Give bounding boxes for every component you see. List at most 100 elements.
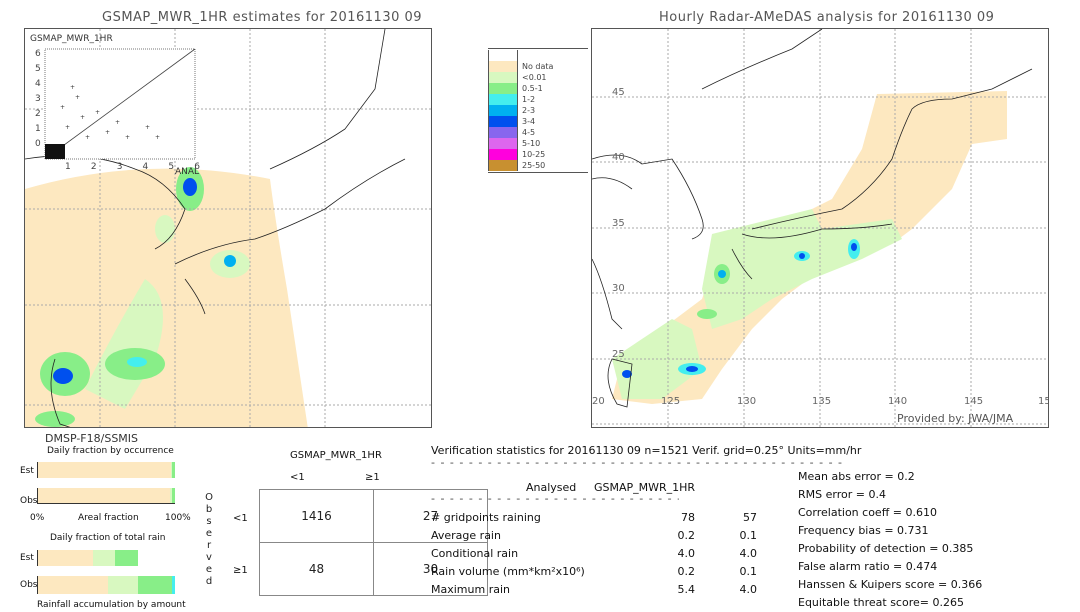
legend-swatch bbox=[488, 94, 518, 105]
legend-swatch bbox=[488, 61, 518, 72]
legend-item: 3-4 bbox=[488, 116, 588, 127]
est-label: Est bbox=[20, 466, 34, 476]
legend-label: 4-5 bbox=[522, 128, 536, 137]
verification-label: Maximum rain bbox=[431, 583, 510, 596]
legend-label: <0.01 bbox=[522, 73, 547, 82]
side-label-char: O bbox=[205, 492, 213, 503]
legend-item: 5-10 bbox=[488, 138, 588, 149]
verification-label: Average rain bbox=[431, 529, 501, 542]
legend-item: No data bbox=[488, 61, 588, 72]
lat-tick: 30 bbox=[612, 283, 625, 294]
legend-label: 2-3 bbox=[522, 106, 536, 115]
left-map[interactable]: + + + + + + + + + + + + GSMAP_MWR_1HR ANAL 6 5 4… bbox=[24, 28, 432, 428]
legend-swatch bbox=[488, 160, 518, 171]
lon-tick: 135 bbox=[812, 396, 832, 407]
score-item: Equitable threat score= 0.265 bbox=[798, 596, 964, 609]
score-item: Probability of detection = 0.385 bbox=[798, 542, 974, 555]
svg-text:+: + bbox=[70, 84, 75, 91]
lon-tick: 20 bbox=[592, 396, 605, 407]
legend-swatch bbox=[488, 127, 518, 138]
svg-text:+: + bbox=[65, 124, 70, 131]
score-item: Mean abs error = 0.2 bbox=[798, 470, 915, 483]
legend-item: 2-3 bbox=[488, 105, 588, 116]
verification-analysed: 0.2 bbox=[677, 565, 696, 578]
legend-item: 4-5 bbox=[488, 127, 588, 138]
contingency-cell: 48 bbox=[259, 542, 374, 596]
total-rain-obs-bar bbox=[37, 576, 175, 594]
data-credit: Provided by: JWA/JMA bbox=[897, 412, 1014, 425]
satellite-label: DMSP-F18/SSMIS bbox=[45, 432, 139, 445]
right-map-title: Hourly Radar-AMeDAS analysis for 2016113… bbox=[659, 10, 995, 25]
svg-text:+: + bbox=[155, 134, 160, 141]
bar-segment bbox=[38, 488, 170, 503]
bar-segment bbox=[38, 462, 171, 478]
bar-segment bbox=[172, 576, 175, 594]
legend-item: 25-50 bbox=[488, 160, 588, 171]
bar-segment bbox=[92, 550, 115, 566]
side-label-char: s bbox=[206, 516, 212, 527]
obs-label-2: Obs bbox=[20, 580, 38, 590]
legend-label: No data bbox=[522, 62, 554, 71]
score-item: Hanssen & Kuipers score = 0.366 bbox=[798, 578, 983, 591]
verification-estimate: 0.1 bbox=[739, 565, 758, 578]
svg-text:+: + bbox=[145, 124, 150, 131]
total-rain-title: Daily fraction of total rain bbox=[50, 533, 166, 543]
bar-segment bbox=[38, 550, 93, 566]
lon-tick: 125 bbox=[661, 396, 681, 407]
verification-analysed: 5.4 bbox=[677, 583, 696, 596]
svg-text:+: + bbox=[85, 134, 90, 141]
lon-tick: 15 bbox=[1038, 396, 1048, 407]
verification-analysed: 4.0 bbox=[677, 547, 696, 560]
obs-label: Obs bbox=[20, 496, 38, 506]
legend-label: 0.5-1 bbox=[522, 84, 543, 93]
legend-item: 10-25 bbox=[488, 149, 588, 160]
verification-estimate: 4.0 bbox=[739, 547, 758, 560]
rain-patch bbox=[183, 178, 197, 196]
est-label-2: Est bbox=[20, 553, 34, 563]
verification-estimate: 57 bbox=[743, 511, 757, 524]
left-map-canvas: +++ +++ +++ +++ bbox=[25, 29, 431, 427]
bar-segment bbox=[172, 488, 175, 503]
legend-swatch bbox=[488, 105, 518, 116]
lat-tick: 40 bbox=[612, 152, 625, 163]
svg-text:+: + bbox=[75, 94, 80, 101]
legend-swatch bbox=[488, 138, 518, 149]
occurrence-obs-bar bbox=[37, 488, 175, 504]
verification-label: # gridpoints raining bbox=[431, 511, 541, 524]
bar-segment bbox=[38, 576, 108, 594]
row-label: ≥1 bbox=[233, 565, 248, 576]
legend-swatch bbox=[488, 149, 518, 160]
bar-segment bbox=[138, 576, 173, 594]
bar-segment bbox=[114, 550, 138, 566]
legend-label: 3-4 bbox=[522, 117, 536, 126]
verification-label: Rain volume (mm*km²x10⁶) bbox=[431, 565, 585, 578]
score-item: False alarm ratio = 0.474 bbox=[798, 560, 938, 573]
contingency-cell: 1416 bbox=[259, 489, 374, 543]
scatter-cluster bbox=[45, 144, 65, 159]
legend-label: 25-50 bbox=[522, 161, 546, 170]
right-map-canvas bbox=[592, 29, 1048, 427]
bar-segment bbox=[107, 576, 138, 594]
legend-swatch bbox=[488, 50, 518, 61]
score-item: RMS error = 0.4 bbox=[798, 488, 886, 501]
legend-label: 1-2 bbox=[522, 95, 536, 104]
divider: - - - - - - - - - - - - - - - - - - - - … bbox=[431, 492, 679, 505]
legend-item: 0.5-1 bbox=[488, 83, 588, 94]
legend-item: <0.01 bbox=[488, 72, 588, 83]
lon-tick: 145 bbox=[964, 396, 984, 407]
svg-text:+: + bbox=[80, 114, 85, 121]
right-map[interactable]: 45 40 35 30 25 20 125 130 135 140 145 15… bbox=[591, 28, 1049, 428]
verification-estimate: 4.0 bbox=[739, 583, 758, 596]
legend-swatch bbox=[488, 72, 518, 83]
verification-analysed: 78 bbox=[681, 511, 695, 524]
accumulation-title: Rainfall accumulation by amount bbox=[37, 600, 186, 610]
lat-tick: 35 bbox=[612, 218, 625, 229]
row-label: <1 bbox=[233, 513, 248, 524]
legend-swatch bbox=[488, 116, 518, 127]
contingency-header: GSMAP_MWR_1HR bbox=[290, 450, 382, 461]
side-label-char: d bbox=[205, 576, 213, 587]
scatter-y-label: GSMAP_MWR_1HR bbox=[30, 34, 113, 44]
scatter-x-ticks: 123456 bbox=[65, 162, 200, 172]
legend-label: 5-10 bbox=[522, 139, 541, 148]
axis-0pct: 0% bbox=[30, 513, 45, 523]
